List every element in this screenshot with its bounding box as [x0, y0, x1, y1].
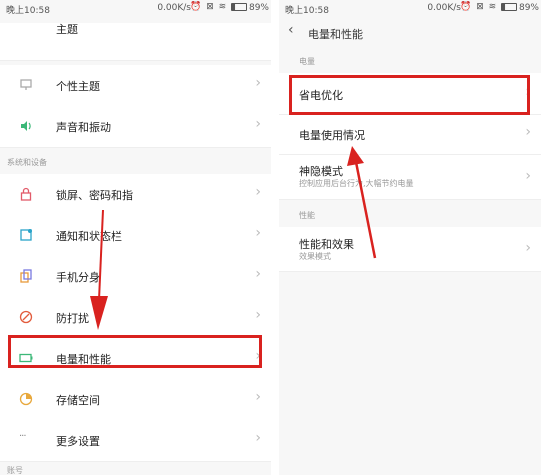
arrow-annotation-right: [347, 146, 377, 259]
battery-performance-screen: 晚上10:58 0.00K/s ⏰ ⊠ ≋ ▮ 89% ‹ 电量和性能 电量 省…: [279, 0, 541, 475]
settings-screen: 晚上10:58 0.00K/s ⏰ ⊠ ≋ ▮ 89% 设置 主题 个性主题 ›…: [0, 0, 271, 475]
panel-divider: [271, 0, 279, 475]
arrow-annotation-left: [90, 209, 108, 330]
